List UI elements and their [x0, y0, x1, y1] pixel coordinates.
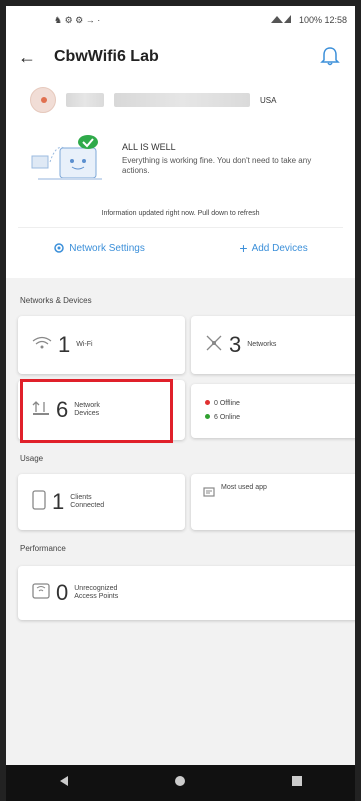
avatar [30, 87, 56, 113]
add-devices-button[interactable]: + Add Devices [239, 240, 307, 256]
phone-icon [32, 489, 46, 515]
app-icon [203, 484, 215, 502]
redacted-text [66, 93, 104, 107]
offline-label: 0 Offline [214, 399, 240, 407]
access-point-icon [32, 582, 50, 605]
wifi-count: 1 [58, 332, 71, 357]
network-settings-button[interactable]: Network Settings [53, 242, 145, 254]
clients-label: Clients Connected [70, 494, 104, 511]
network-icon [205, 334, 223, 357]
clients-label-line2: Connected [70, 502, 105, 509]
back-arrow-icon[interactable]: ← [18, 47, 54, 68]
devices-label-line2: Devices [74, 410, 100, 417]
network-settings-label: Network Settings [69, 242, 145, 254]
signal-icon [270, 14, 293, 26]
devices-icon [32, 399, 50, 422]
wifi-icon [32, 336, 52, 355]
networks-count: 3 [229, 332, 242, 357]
nav-recents-icon[interactable] [291, 774, 303, 792]
devices-label-line1: Network [74, 401, 100, 409]
status-icons-left: ♞ ⚙ ⚙ → · [54, 14, 101, 25]
app-header: ← CbwWifi6 Lab [6, 34, 355, 80]
access-points-card[interactable]: 0 Unrecognized Access Points [18, 566, 355, 620]
devices-count: 6 [56, 397, 69, 422]
offline-status: 0 Offline [205, 399, 240, 408]
battery-time: 100% 12:58 [298, 15, 347, 25]
access-points-label: Unrecognized Access Points [74, 585, 118, 602]
access-points-label-line1: Unrecognized [74, 584, 118, 592]
online-label: 6 Online [214, 414, 241, 421]
nav-back-icon[interactable] [58, 774, 70, 792]
clients-card[interactable]: 1 Clients Connected [18, 474, 185, 530]
most-used-app-card[interactable]: Most used app [191, 474, 355, 530]
networks-label: Networks [247, 340, 277, 348]
network-illustration-icon [30, 134, 110, 194]
status-heading: ALL IS WELL [122, 142, 176, 152]
bell-icon[interactable] [319, 45, 343, 69]
device-status-card[interactable]: 0 Offline 6 Online [191, 384, 355, 438]
app-screen: ♞ ⚙ ⚙ → · 100% 12:58 ← CbwWifi6 Lab USA [0, 0, 361, 801]
most-used-label: Most used app [221, 484, 267, 491]
redacted-text [114, 93, 250, 107]
nav-home-icon[interactable] [174, 774, 186, 792]
section-usage: Usage [20, 454, 44, 463]
networks-card[interactable]: 3 Networks [191, 316, 355, 374]
network-devices-card[interactable]: 6 Network Devices [18, 380, 185, 440]
status-message: Everything is working fine. You don't ne… [122, 156, 312, 176]
page-title: CbwWifi6 Lab [54, 48, 159, 65]
clients-count: 1 [52, 489, 65, 514]
access-points-count: 0 [56, 580, 69, 605]
section-networks-devices: Networks & Devices [20, 296, 92, 305]
add-devices-label: Add Devices [251, 242, 308, 254]
clients-label-line1: Clients [70, 493, 92, 501]
wifi-label: Wi-Fi [76, 340, 93, 348]
health-status: ALL IS WELL Everything is working fine. … [6, 120, 355, 204]
location-country: USA [260, 95, 277, 105]
online-dot-icon [205, 414, 210, 419]
access-points-label-line2: Access Points [74, 593, 119, 600]
refresh-info: Information updated right now. Pull down… [18, 204, 343, 228]
location-row: USA [6, 80, 355, 120]
devices-label: Network Devices [74, 402, 100, 419]
android-nav-bar [6, 765, 355, 801]
section-performance: Performance [20, 544, 66, 553]
gear-icon [53, 242, 65, 254]
offline-dot-icon [205, 399, 210, 405]
status-bar: ♞ ⚙ ⚙ → · 100% 12:58 [6, 6, 355, 34]
wifi-card[interactable]: 1 Wi-Fi [18, 316, 185, 374]
plus-icon: + [239, 240, 248, 256]
online-status: 6 Online [205, 414, 240, 422]
action-row: Network Settings + Add Devices [6, 228, 355, 268]
